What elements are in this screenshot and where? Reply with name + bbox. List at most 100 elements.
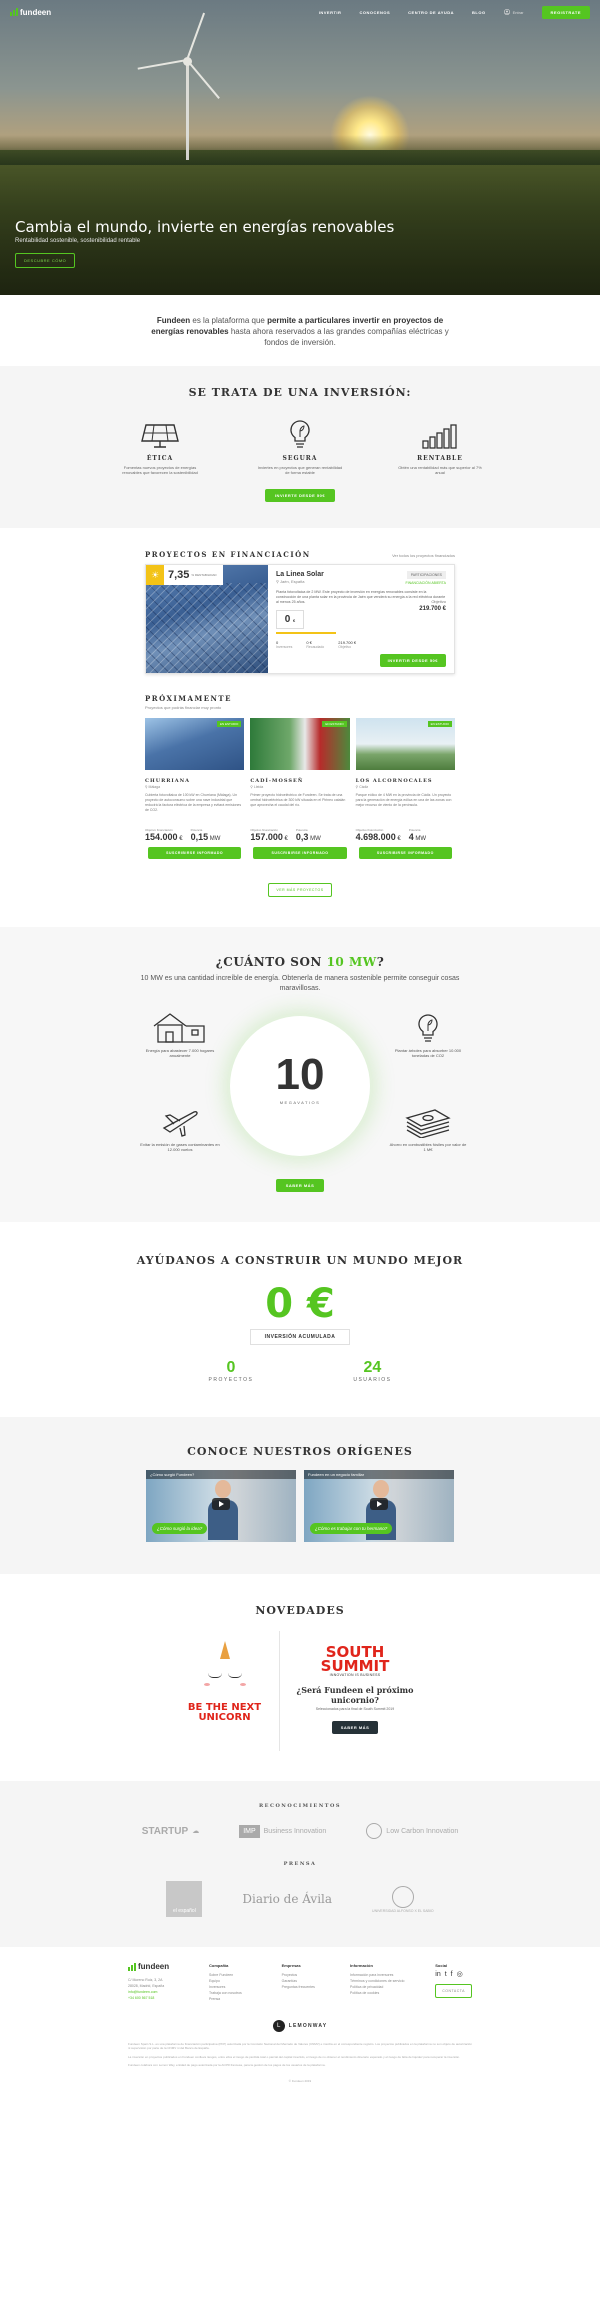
footer-col-business: Empresas Proyectos Garantías Preguntas f…	[282, 1963, 328, 2002]
featured-project-card[interactable]: ☀ 7,35 % RENTABILIDAD La Linea Solar ⚲ J…	[145, 564, 455, 674]
power-value: 4	[408, 832, 414, 842]
nav-item-blog[interactable]: BLOG	[472, 10, 486, 15]
videos-row: ¿Cómo surgió Fundeen? ¿Cómo surgió la id…	[0, 1470, 600, 1542]
logo-text: Low Carbon Innovation	[386, 1827, 459, 1835]
footer-link[interactable]: Política de cookies	[350, 1990, 413, 1996]
linkedin-icon[interactable]: in	[435, 1971, 440, 1978]
footer-link[interactable]: Prensa	[209, 1996, 260, 2002]
invest-from-button[interactable]: INVIERTE DESDE 50€	[265, 489, 335, 502]
subscribe-button[interactable]: SUSCRIBIRSE INFORMADO	[148, 847, 242, 859]
stat-raised: 0 € Recaudado	[306, 640, 324, 649]
objective-unit: €	[179, 836, 183, 842]
project-description: Cubierta fotovoltaica de 100 kW en Churr…	[145, 793, 242, 812]
legal-paragraph: Fundeen colabora con Lemon Way, entidad …	[128, 2062, 326, 2067]
objective-value: 4.698.000	[355, 832, 396, 842]
stat-value: 0	[226, 1359, 236, 1376]
invested-unit: €	[293, 618, 296, 623]
news-headline: ¿Será Fundeen el próximo unicornio?	[296, 1685, 414, 1705]
contact-button[interactable]: CONTACTA	[435, 1984, 472, 1998]
nav-item-conocenos[interactable]: CONOCENOS	[359, 10, 390, 15]
location-label: Jaén, España	[280, 579, 305, 584]
discover-button[interactable]: DESCUBRE CÓMO	[15, 253, 76, 268]
objective-value: 219.700 €	[419, 606, 446, 612]
objective-unit: €	[397, 836, 401, 842]
projects-funded-link[interactable]: Ver todos los proyectos financiados	[392, 553, 455, 558]
twitter-icon[interactable]: t	[445, 1971, 447, 1978]
build-section: AYÚDANOS A CONSTRUIR UN MUNDO MEJOR 0 € …	[0, 1222, 600, 1417]
news-more-button[interactable]: SABER MÁS	[331, 1721, 379, 1734]
stat-label: Objetivo	[338, 645, 352, 649]
facebook-icon[interactable]: f	[451, 1971, 453, 1978]
footer-logo[interactable]: fundeen	[128, 1963, 187, 1971]
address-line: C/ Moreno Ruiz, 3, 2A	[128, 1978, 163, 1982]
nav-item-invertir[interactable]: INVERTIR	[319, 10, 342, 15]
phone-link[interactable]: +34 600 567 518	[128, 1995, 187, 2001]
lemonway-icon: L	[272, 2020, 285, 2032]
location-label: Málaga	[148, 785, 161, 789]
subscribe-button[interactable]: SUSCRIBIRSE INFORMADO	[253, 847, 347, 859]
objective: Objetivo financiación 157.000 €	[250, 828, 288, 842]
press-logos: el español Diario de Ávila UNIVERSIDAD A…	[0, 1881, 600, 1917]
objective-value: 154.000	[145, 832, 178, 842]
feature-text: Obtén una rentabilidad más que superior …	[398, 465, 482, 475]
feature-segura: SEGURA Inviertes en proyectos que genera…	[255, 419, 345, 475]
intro-part: es la plataforma que	[190, 316, 268, 325]
lightbulb-leaf-icon	[388, 1010, 468, 1044]
learn-more-button[interactable]: SABER MÁS	[275, 1179, 325, 1192]
startup-logo: STARTUP ☁	[142, 1826, 199, 1837]
objective-label: Objetivo	[431, 599, 446, 604]
upcoming-card[interactable]: EN ESTUDIO LOS ALCORNOCALES ⚲ Cádiz Parq…	[355, 718, 455, 859]
play-icon[interactable]	[212, 1498, 230, 1510]
stat-label: Inversores	[276, 645, 293, 649]
user-icon	[503, 9, 510, 15]
register-button[interactable]: REGISTRATE	[541, 5, 590, 19]
hero-overlay	[0, 135, 600, 295]
login-link[interactable]: Entrar	[503, 9, 524, 15]
feature-text: Fomentas nuevos proyectos de energías re…	[122, 465, 198, 475]
instagram-icon[interactable]: ◎	[457, 1971, 463, 1978]
upcoming-title: PRÓXIMAMENTE	[145, 694, 232, 703]
lemonway-text: LEMONWAY	[288, 2023, 328, 2029]
play-icon[interactable]	[370, 1498, 388, 1510]
upcoming-card[interactable]: EN ESTUDIO CHURRIANA ⚲ Málaga Cubierta f…	[145, 718, 245, 859]
footer-col-social: Social in t f ◎ CONTACTA	[435, 1963, 472, 2002]
intro-section: Fundeen es la plataforma que permite a p…	[0, 295, 600, 366]
stat-label: USUARIOS	[353, 1377, 392, 1383]
footer-link[interactable]: Preguntas frecuentes	[282, 1984, 328, 1990]
brand-logo[interactable]: fundeen	[10, 8, 51, 17]
title-highlight: 10 MW	[326, 955, 377, 969]
return-value: 7,35	[168, 569, 190, 581]
footer-col-info: Información Información para inversores …	[350, 1963, 413, 2002]
footer-col-title: Compañía	[209, 1963, 229, 1968]
social-links: in t f ◎	[435, 1971, 472, 1978]
return-unit: % RENTABILIDAD	[191, 573, 217, 577]
power-unit: MW	[310, 836, 321, 842]
hero-subtitle: Rentabilidad sostenible, sostenibilidad …	[15, 238, 141, 244]
project-objective: Objetivo 219.700 €	[419, 599, 446, 612]
cloud-icon: ☁	[192, 1828, 200, 1835]
logo-icon	[10, 8, 18, 16]
upcoming-card[interactable]: EN ESTUDIO CADÍ-MOSSEÑ ⚲ Lleida Primer p…	[250, 718, 350, 859]
unicorn-face-icon	[200, 1663, 250, 1693]
power-value: 0,15	[190, 832, 209, 842]
project-status-tag: FINANCIACIÓN ABIERTA	[405, 581, 446, 585]
mw-item-money: Ahorro en combustibles fósiles por valor…	[388, 1104, 468, 1152]
logo-line: SUMMIT	[320, 1657, 390, 1675]
status-badge: EN ESTUDIO	[216, 721, 242, 727]
south-summit-block: SOUTH SUMMIT INNOVATION IS BUSINESS ¿Será …	[280, 1631, 430, 1751]
invest-project-button[interactable]: INVERTIR DESDE 50€	[379, 654, 446, 667]
investment-section: SE TRATA DE UNA INVERSIÓN: ÉTICA Fomenta…	[0, 366, 600, 528]
nav-item-centro-ayuda[interactable]: CENTRO DE AYUDA	[408, 10, 454, 15]
video-player[interactable]: Fundeen en un negocio familiar ¿Cómo es …	[304, 1470, 454, 1542]
hero-title: Cambia el mundo, invierte en energías re…	[15, 218, 395, 236]
video-caption: ¿Cómo surgió la idea?	[152, 1523, 208, 1534]
mw-item-homes: Energía para abastecer 7.000 hogares anu…	[140, 1010, 220, 1058]
subscribe-button[interactable]: SUSCRIBIRSE INFORMADO	[358, 847, 452, 859]
stat-label: Recaudado	[306, 645, 325, 649]
stat-investors: 0 Inversores	[276, 640, 292, 649]
airplane-icon	[140, 1104, 220, 1138]
more-projects-button[interactable]: VER MÁS PROYECTOS	[268, 883, 332, 897]
origins-section: CONOCE NUESTROS ORÍGENES ¿Cómo surgió Fu…	[0, 1417, 600, 1574]
lightbulb-leaf-icon	[255, 419, 345, 449]
video-player[interactable]: ¿Cómo surgió Fundeen? ¿Cómo surgió la id…	[146, 1470, 296, 1542]
